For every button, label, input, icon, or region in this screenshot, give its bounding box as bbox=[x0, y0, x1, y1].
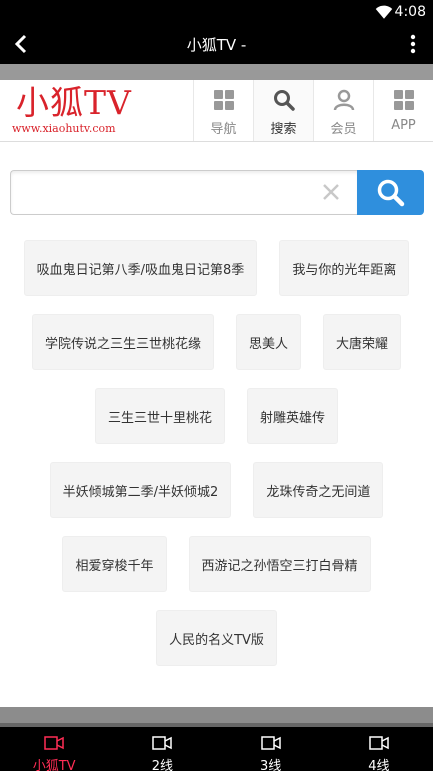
bottom-tab-bar: 小狐TV 2线 3线 4线 bbox=[0, 727, 433, 771]
tag-row: 吸血鬼日记第八季/吸血鬼日记第8季 我与你的光年距离 bbox=[0, 240, 433, 296]
nav-item-label: 搜索 bbox=[270, 122, 297, 137]
user-icon bbox=[333, 89, 355, 111]
video-camera-icon bbox=[369, 736, 389, 750]
top-divider bbox=[0, 64, 433, 80]
tag-row: 三生三世十里桃花 射雕英雄传 bbox=[0, 388, 433, 444]
search-bar bbox=[10, 170, 424, 215]
logo-text: 小狐TV bbox=[16, 83, 132, 122]
tab-line-4[interactable]: 4线 bbox=[325, 727, 433, 771]
search-tag[interactable]: 西游记之孙悟空三打白骨精 bbox=[188, 536, 371, 592]
search-tag[interactable]: 三生三世十里桃花 bbox=[94, 388, 225, 444]
video-camera-icon bbox=[260, 736, 281, 750]
search-tag[interactable]: 吸血鬼日记第八季/吸血鬼日记第8季 bbox=[23, 240, 258, 296]
tab-label: 2线 bbox=[151, 759, 174, 771]
tab-line-3[interactable]: 3线 bbox=[217, 727, 325, 771]
tab-label: 4线 bbox=[368, 759, 390, 771]
more-vertical-icon[interactable] bbox=[401, 30, 425, 58]
tag-row: 相爱穿梭千年 西游记之孙悟空三打白骨精 bbox=[0, 536, 433, 592]
site-header: 小狐TV www.xiaohutv.com 导航 搜索 会员 APP bbox=[0, 80, 433, 142]
tab-xiaohutv[interactable]: 小狐TV bbox=[0, 727, 108, 771]
clear-icon[interactable] bbox=[320, 181, 342, 203]
tag-row: 半妖倾城第二季/半妖倾城2 龙珠传奇之无间道 bbox=[0, 462, 433, 518]
search-tag[interactable]: 龙珠传奇之无间道 bbox=[253, 462, 384, 518]
search-tag[interactable]: 我与你的光年距离 bbox=[279, 240, 410, 296]
nav-item-label: APP bbox=[391, 118, 416, 133]
bottom-divider bbox=[0, 707, 433, 727]
video-camera-icon bbox=[152, 736, 173, 750]
search-button[interactable] bbox=[357, 170, 424, 215]
nav-item-label: 导航 bbox=[210, 122, 237, 137]
search-tag[interactable]: 学院传说之三生三世桃花缘 bbox=[31, 314, 214, 370]
video-camera-icon bbox=[44, 736, 64, 750]
header-nav: 导航 搜索 会员 APP bbox=[193, 80, 433, 141]
app-grid-icon bbox=[394, 90, 414, 110]
nav-item-search[interactable]: 搜索 bbox=[253, 80, 313, 141]
logo-url: www.xiaohutv.com bbox=[12, 122, 116, 135]
nav-item-label: 会员 bbox=[330, 122, 357, 137]
search-tag[interactable]: 思美人 bbox=[235, 314, 301, 370]
title-bar: 小狐TV - bbox=[0, 24, 433, 64]
search-tag[interactable]: 射雕英雄传 bbox=[247, 388, 339, 444]
search-tag[interactable]: 人民的名义TV版 bbox=[156, 610, 277, 666]
search-icon bbox=[377, 179, 405, 207]
search-tag[interactable]: 半妖倾城第二季/半妖倾城2 bbox=[49, 462, 232, 518]
search-input[interactable] bbox=[10, 170, 358, 215]
nav-item-guide[interactable]: 导航 bbox=[193, 80, 253, 141]
tab-label: 3线 bbox=[259, 759, 282, 771]
tab-label: 小狐TV bbox=[32, 759, 76, 771]
tag-row: 学院传说之三生三世桃花缘 思美人 大唐荣耀 bbox=[0, 314, 433, 370]
status-time: 4:08 bbox=[394, 4, 426, 20]
grid-icon bbox=[214, 90, 234, 110]
hot-search-tags: 吸血鬼日记第八季/吸血鬼日记第8季 我与你的光年距离 学院传说之三生三世桃花缘 … bbox=[0, 240, 433, 684]
search-tag[interactable]: 大唐荣耀 bbox=[323, 314, 402, 370]
page-title: 小狐TV - bbox=[186, 36, 247, 54]
nav-item-app[interactable]: APP bbox=[373, 80, 433, 141]
tab-line-2[interactable]: 2线 bbox=[108, 727, 216, 771]
tag-row: 人民的名义TV版 bbox=[0, 610, 433, 666]
search-icon bbox=[274, 90, 295, 111]
status-bar: 4:08 bbox=[0, 0, 433, 24]
site-logo[interactable]: 小狐TV www.xiaohutv.com bbox=[10, 84, 160, 138]
search-tag[interactable]: 相爱穿梭千年 bbox=[62, 536, 167, 592]
wifi-icon bbox=[375, 5, 393, 19]
nav-item-member[interactable]: 会员 bbox=[313, 80, 373, 141]
